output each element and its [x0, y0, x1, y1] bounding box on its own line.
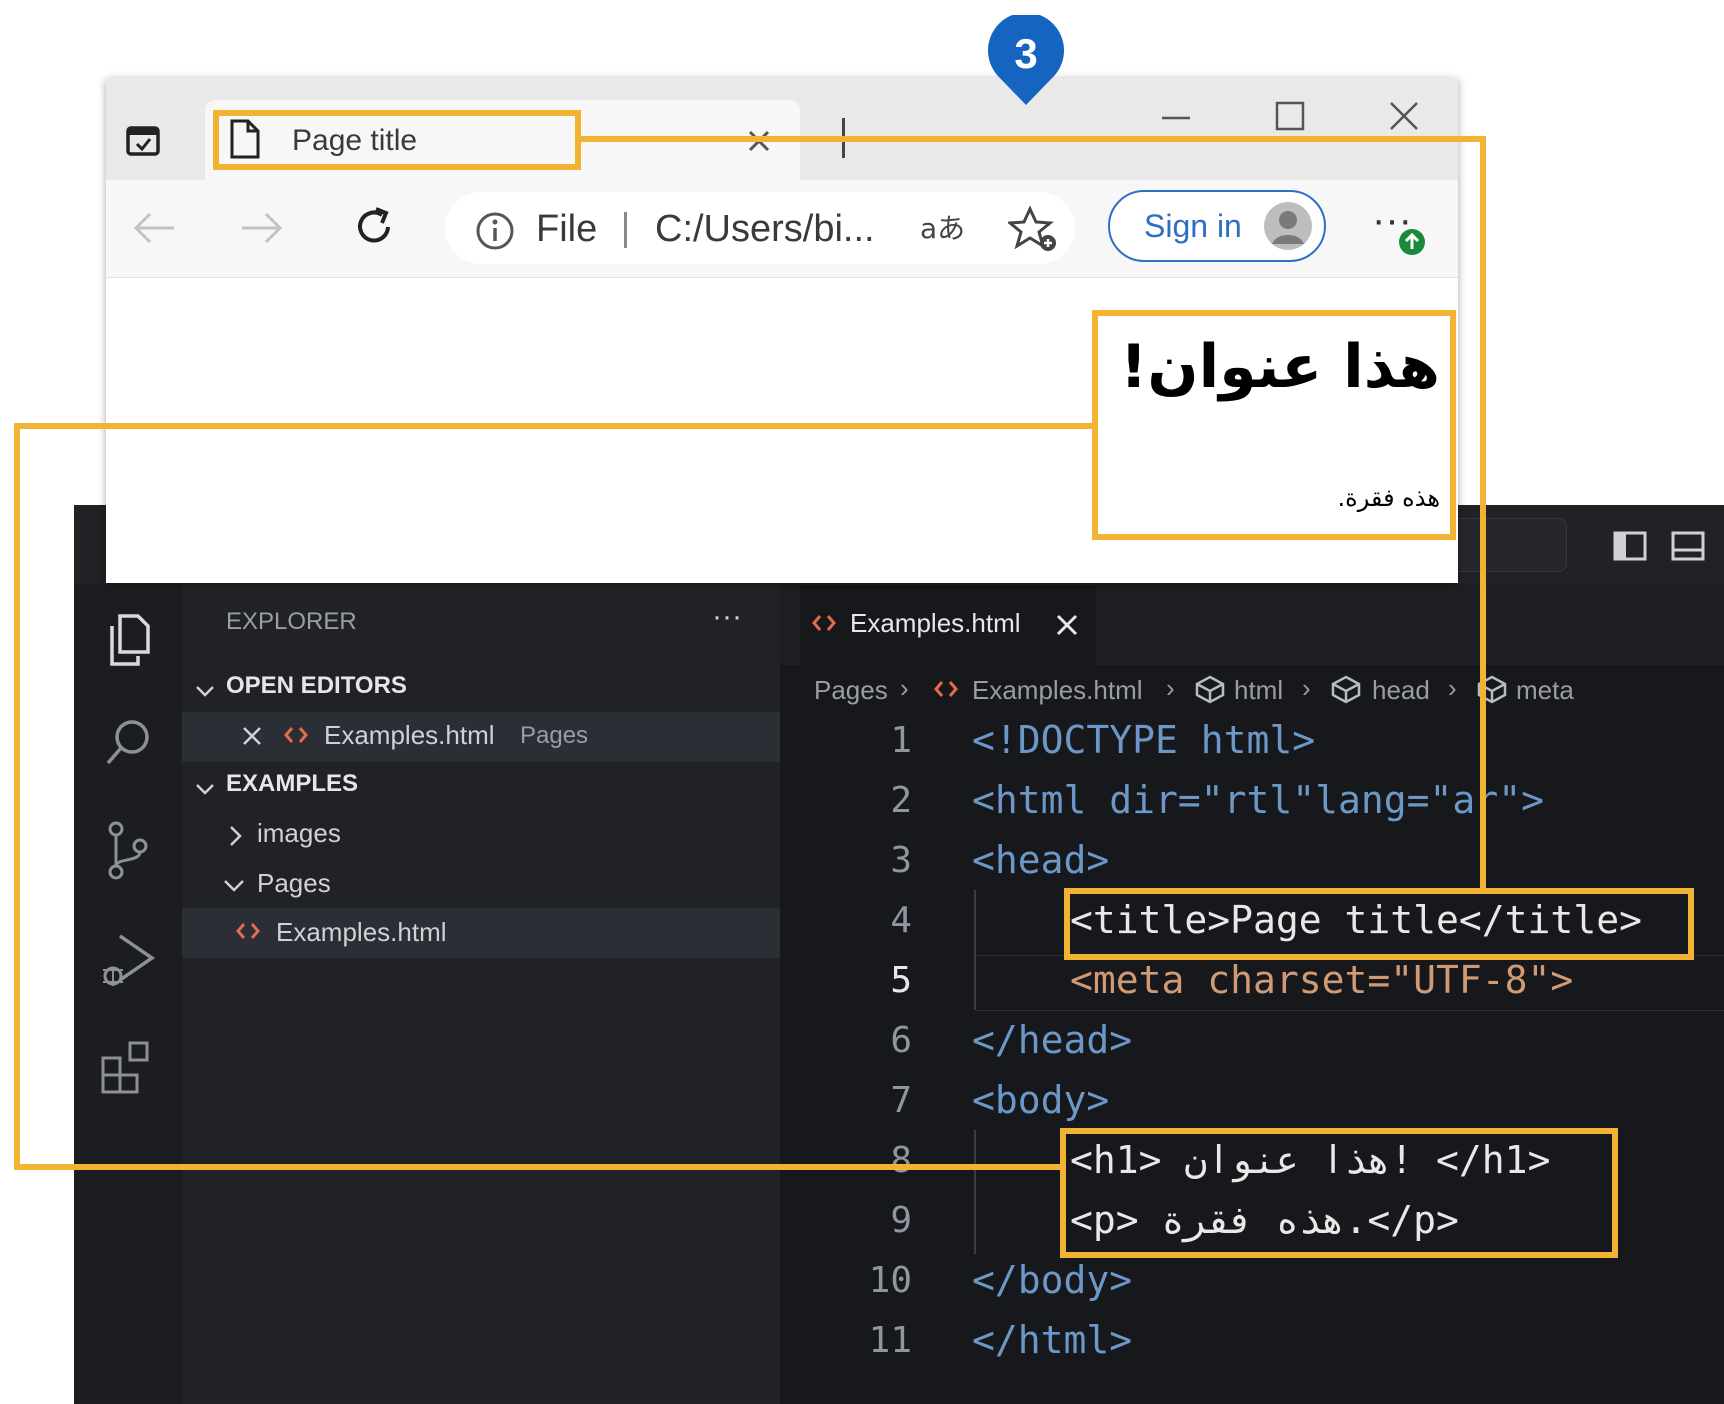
- code-line[interactable]: <!DOCTYPE html>: [972, 718, 1315, 762]
- explorer-sidebar: [182, 585, 780, 1404]
- toggle-panel-icon[interactable]: [1670, 528, 1706, 564]
- maximize-icon[interactable]: [1272, 98, 1308, 134]
- explorer-title: EXPLORER: [226, 608, 357, 635]
- breadcrumb-head[interactable]: head: [1372, 675, 1430, 706]
- activity-bar: [74, 585, 183, 1404]
- html-file-icon: [236, 923, 260, 939]
- symbol-element-icon: [1195, 675, 1225, 704]
- back-icon[interactable]: [130, 208, 178, 248]
- close-icon[interactable]: [240, 724, 264, 748]
- highlight-tab-title: [213, 110, 581, 170]
- favorites-icon[interactable]: [1008, 205, 1060, 255]
- address-path[interactable]: C:/Users/bi...: [655, 208, 875, 251]
- refresh-icon[interactable]: [350, 203, 398, 251]
- address-scheme: File: [536, 208, 598, 250]
- code-line[interactable]: </body>: [972, 1258, 1132, 1302]
- line-number: 1: [890, 720, 912, 761]
- code-line[interactable]: <html dir="rtl"lang="ar">: [972, 778, 1544, 822]
- source-control-icon[interactable]: [102, 820, 154, 882]
- highlight-page-content: [1092, 310, 1456, 540]
- sign-in-label[interactable]: Sign in: [1144, 208, 1242, 245]
- symbol-element-icon: [1331, 675, 1361, 704]
- run-debug-icon[interactable]: [98, 930, 158, 992]
- line-number: 11: [868, 1320, 912, 1361]
- svg-text:aあ: aあ: [920, 212, 965, 245]
- line-number: 8: [890, 1140, 912, 1181]
- workspace-header[interactable]: EXAMPLES: [226, 770, 358, 798]
- breadcrumb-html[interactable]: html: [1234, 675, 1283, 706]
- explorer-more-button[interactable]: ···: [712, 600, 742, 634]
- breadcrumb-pages[interactable]: Pages: [814, 675, 888, 706]
- code-line[interactable]: </html>: [972, 1318, 1132, 1362]
- connector-line: [14, 423, 1094, 429]
- line-number: 5: [890, 960, 912, 1001]
- code-line[interactable]: </head>: [972, 1018, 1132, 1062]
- read-aloud-icon[interactable]: aあ: [918, 208, 968, 248]
- open-editors-header[interactable]: OPEN EDITORS: [226, 672, 407, 700]
- search-icon[interactable]: [102, 715, 154, 771]
- address-divider: [624, 212, 627, 248]
- info-icon[interactable]: [474, 210, 516, 252]
- html-file-icon: [812, 615, 836, 631]
- breadcrumb-separator: ›: [1448, 673, 1457, 703]
- open-editor-folder: Pages: [520, 722, 589, 749]
- tree-item-selected-row[interactable]: [182, 908, 780, 958]
- highlight-title-tag: [1064, 888, 1694, 960]
- tree-item-images[interactable]: images: [257, 818, 341, 849]
- step-callout-number: 3: [1014, 30, 1038, 77]
- breadcrumb-separator: ›: [900, 673, 909, 703]
- code-line[interactable]: <head>: [972, 838, 1109, 882]
- connector-line: [14, 423, 20, 1170]
- connector-line: [1480, 136, 1486, 892]
- code-line[interactable]: <meta charset="UTF-8">: [1070, 958, 1573, 1002]
- close-window-icon[interactable]: [1386, 98, 1422, 134]
- connector-line: [578, 136, 1486, 142]
- breadcrumb-separator: ›: [1166, 673, 1175, 703]
- html-file-icon: [934, 681, 958, 697]
- breadcrumb-meta[interactable]: meta: [1516, 675, 1574, 706]
- toggle-sidebar-icon[interactable]: [1612, 528, 1648, 564]
- explorer-icon[interactable]: [102, 612, 154, 668]
- html-file-icon: [284, 727, 308, 743]
- editor-tab-label[interactable]: Examples.html: [850, 608, 1021, 639]
- code-line[interactable]: <body>: [972, 1078, 1109, 1122]
- tree-item-pages[interactable]: Pages: [257, 868, 331, 899]
- minimize-icon[interactable]: [1158, 100, 1194, 136]
- line-number: 2: [890, 780, 912, 821]
- line-number: 3: [890, 840, 912, 881]
- tree-item-examples-html[interactable]: Examples.html: [276, 917, 447, 948]
- indent-guide: [974, 1130, 976, 1254]
- breadcrumb-separator: ›: [1302, 673, 1311, 703]
- update-badge-icon: [1399, 229, 1425, 255]
- line-number: 10: [868, 1260, 912, 1301]
- open-editor-filename[interactable]: Examples.html: [324, 720, 495, 751]
- chevron-down-icon[interactable]: [194, 778, 216, 800]
- line-number: 6: [890, 1020, 912, 1061]
- avatar-icon[interactable]: [1262, 200, 1314, 252]
- connector-line: [14, 1164, 1064, 1170]
- line-number: 7: [890, 1080, 912, 1121]
- chevron-down-icon[interactable]: [194, 680, 216, 702]
- forward-icon[interactable]: [238, 208, 286, 248]
- breadcrumb-file[interactable]: Examples.html: [972, 675, 1143, 706]
- chevron-down-icon[interactable]: [222, 874, 246, 896]
- chevron-right-icon[interactable]: [224, 824, 246, 848]
- close-icon[interactable]: [1054, 612, 1080, 638]
- line-number: 4: [890, 900, 912, 941]
- extensions-icon[interactable]: [100, 1040, 156, 1096]
- highlight-body-content: [1060, 1128, 1618, 1258]
- tab-actions-icon[interactable]: [124, 122, 164, 160]
- line-number: 9: [890, 1200, 912, 1241]
